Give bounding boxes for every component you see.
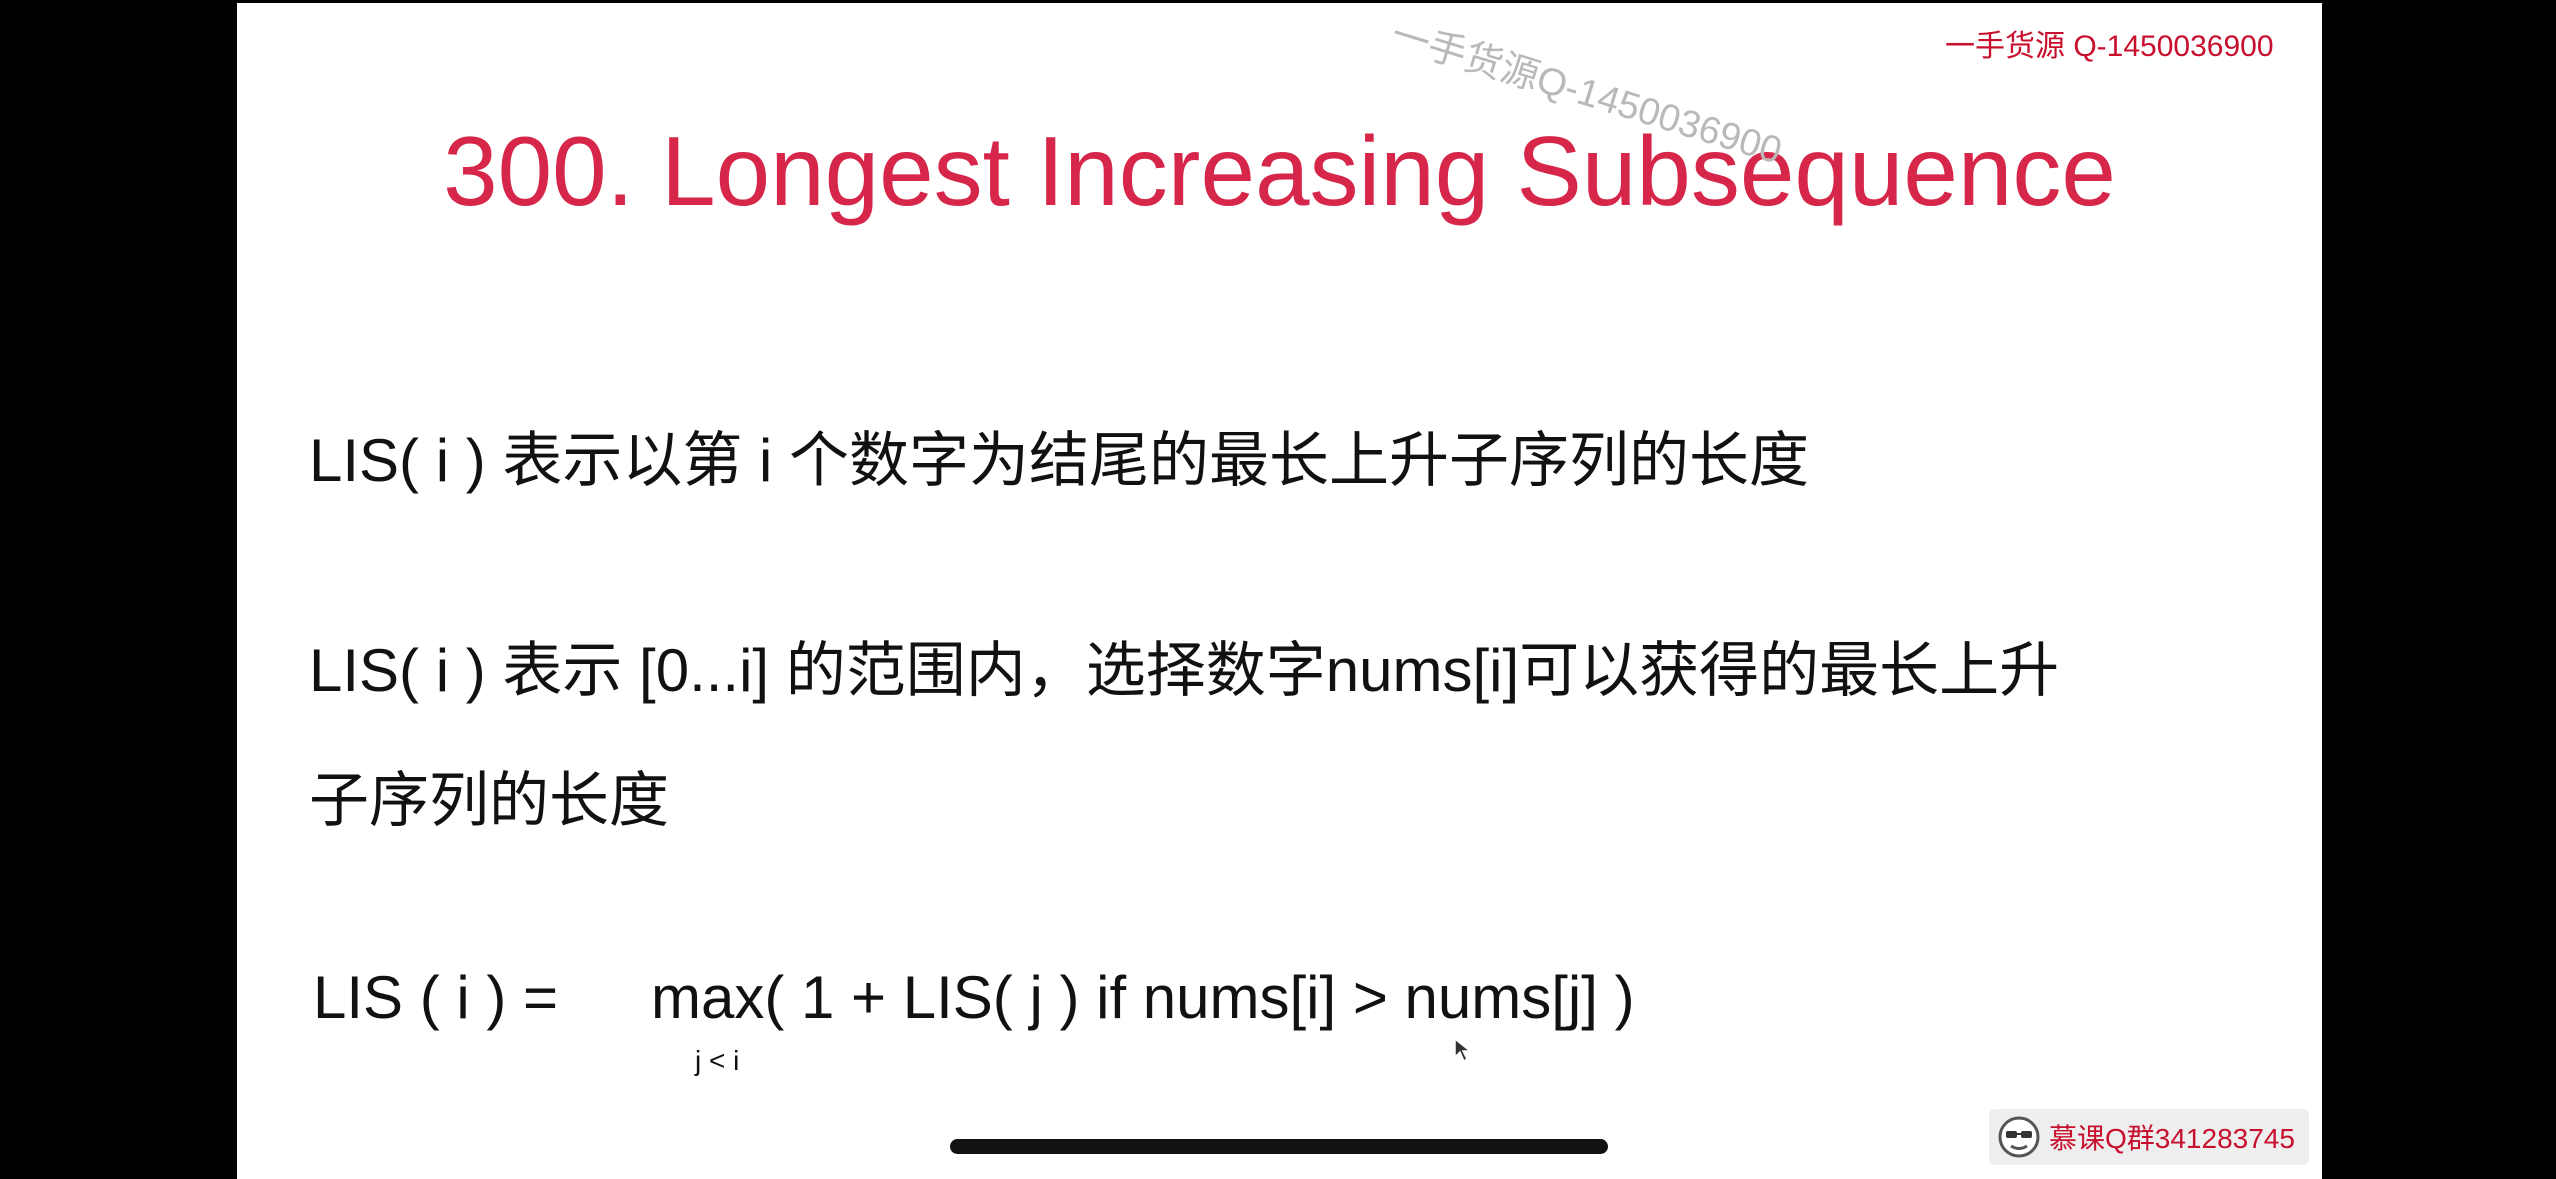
formula-subscript: j < i <box>695 1045 740 1076</box>
face-logo-icon <box>1998 1116 2040 1158</box>
home-indicator[interactable] <box>950 1139 1608 1154</box>
watermark-top-right: 一手货源 Q-1450036900 <box>1945 30 2274 63</box>
watermark-bottom-right: 慕课Q群341283745 <box>1989 1109 2309 1165</box>
lecture-slide: 300. Longest Increasing Subsequence 一手货源… <box>237 3 2322 1179</box>
formula-rhs: max( 1 + LIS( j ) if nums[i] > nums[j] ) <box>651 964 1635 1031</box>
definition-1: LIS( i ) 表示以第 i 个数字为结尾的最长上升子序列的长度 <box>309 427 1810 494</box>
mouse-pointer-icon <box>1454 1037 1473 1063</box>
definition-2-line-2: 子序列的长度 <box>309 767 669 834</box>
screen: 300. Longest Increasing Subsequence 一手货源… <box>0 0 2556 1179</box>
slide-title: 300. Longest Increasing Subsequence <box>443 116 2116 226</box>
watermark-bottom-text: 慕课Q群341283745 <box>2049 1123 2295 1154</box>
definition-2-line-1: LIS( i ) 表示 [0...i] 的范围内，选择数字nums[i]可以获得… <box>309 637 2060 704</box>
formula-lhs: LIS ( i ) = <box>313 964 559 1031</box>
